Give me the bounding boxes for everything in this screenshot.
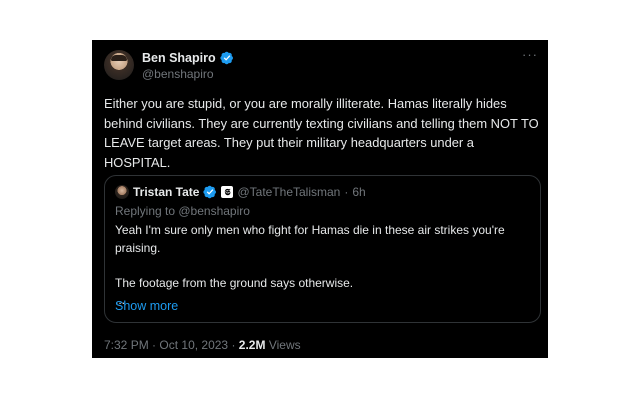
views-count: 2.2M: [238, 338, 266, 352]
tweet-date[interactable]: Oct 10, 2023: [159, 338, 228, 352]
tweet-text: Either you are stupid, or you are morall…: [104, 96, 539, 170]
affiliate-badge-icon: 𝕾: [221, 186, 234, 198]
quoted-author-handle[interactable]: @TateTheTalisman: [237, 185, 340, 199]
author-name-row: Ben Shapiro: [142, 50, 234, 66]
tweet-card: Ben Shapiro @benshapiro ··· Either you a…: [92, 40, 548, 358]
quoted-author-name[interactable]: Tristan Tate: [133, 185, 199, 199]
verified-badge-icon: [203, 185, 217, 199]
replying-handle[interactable]: @benshapiro: [178, 204, 250, 218]
author-avatar[interactable]: [104, 50, 134, 80]
author-name[interactable]: Ben Shapiro: [142, 51, 216, 65]
views-label: Views: [268, 338, 301, 352]
quoted-text-line: The footage from the ground says otherwi…: [115, 275, 354, 290]
author-handle[interactable]: @benshapiro: [142, 67, 214, 81]
show-more-link[interactable]: Show more: [115, 299, 178, 313]
quoted-timestamp[interactable]: 6h: [352, 185, 365, 199]
meta-separator: ·: [231, 338, 236, 352]
quoted-tweet[interactable]: Tristan Tate 𝕾 @TateTheTalisman · 6h Rep…: [104, 175, 541, 323]
quoted-avatar[interactable]: [115, 185, 129, 199]
quoted-header: Tristan Tate 𝕾 @TateTheTalisman · 6h: [115, 184, 366, 200]
quoted-text-line: Yeah I'm sure only men who fight for Ham…: [115, 223, 505, 255]
quoted-text: Yeah I'm sure only men who fight for Ham…: [115, 222, 530, 310]
tweet-meta: 7:32 PM · Oct 10, 2023 · 2.2M Views: [104, 338, 301, 352]
replying-to: Replying to @benshapiro: [115, 204, 250, 218]
quoted-separator: ·: [344, 185, 349, 199]
meta-separator: ·: [152, 338, 157, 352]
tweet-time[interactable]: 7:32 PM: [104, 338, 149, 352]
verified-badge-icon: [220, 51, 233, 65]
replying-prefix: Replying to: [115, 204, 179, 218]
more-horizontal-icon[interactable]: ···: [522, 48, 538, 62]
